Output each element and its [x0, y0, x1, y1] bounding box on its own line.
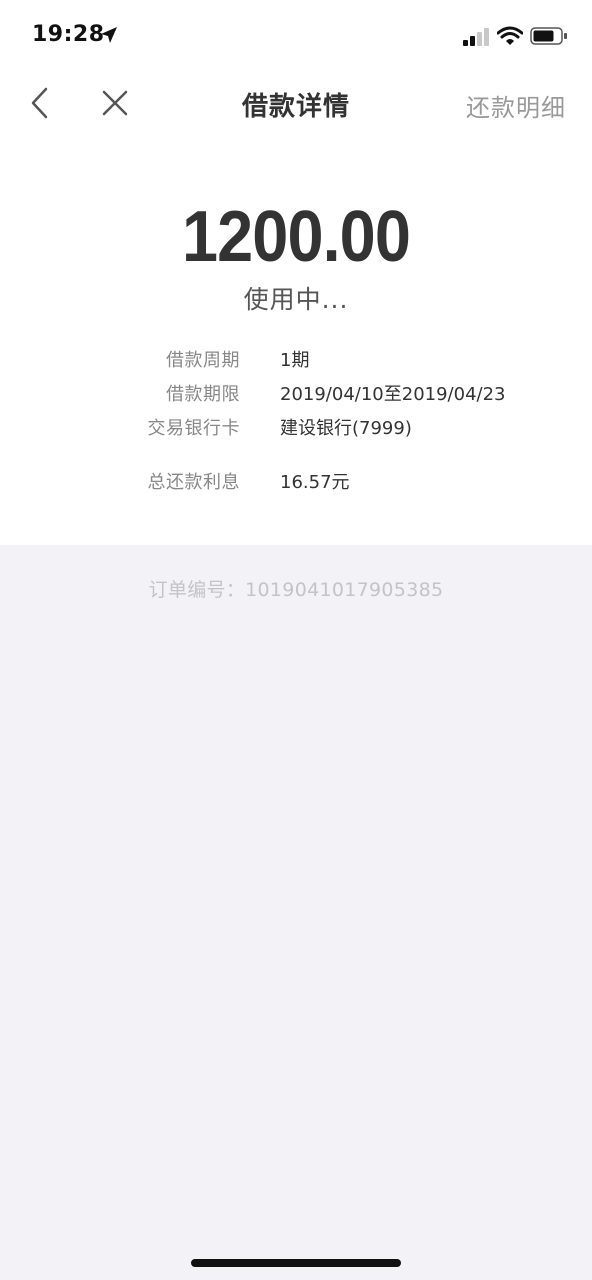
- detail-row-bank-card: 交易银行卡 建设银行(7999): [0, 414, 592, 444]
- home-indicator[interactable]: [191, 1259, 401, 1267]
- detail-label: 借款期限: [166, 384, 240, 405]
- location-arrow-icon: [101, 27, 117, 43]
- repayment-details-link[interactable]: 还款明细: [466, 88, 566, 123]
- detail-label: 总还款利息: [147, 472, 240, 493]
- order-number: 订单编号：1019041017905385: [148, 579, 444, 601]
- detail-value: 建设银行(7999): [280, 418, 412, 439]
- detail-value: 2019/04/10至2019/04/23: [280, 384, 506, 405]
- cellular-signal-icon: [463, 28, 489, 46]
- wifi-icon: [497, 26, 523, 45]
- detail-row-loan-term: 借款期限 2019/04/10至2019/04/23: [0, 380, 592, 410]
- battery-icon: [530, 27, 567, 45]
- detail-label: 交易银行卡: [147, 418, 240, 439]
- detail-row-total-interest: 总还款利息 16.57元: [0, 468, 592, 498]
- loan-status: 使用中...: [243, 285, 349, 314]
- detail-label: 借款周期: [166, 350, 240, 371]
- loan-amount: 1200.00: [182, 197, 411, 277]
- detail-row-loan-period: 借款周期 1期: [0, 346, 592, 376]
- detail-value: 1期: [280, 350, 310, 371]
- detail-value: 16.57元: [280, 472, 350, 493]
- status-time: 19:28: [32, 22, 105, 47]
